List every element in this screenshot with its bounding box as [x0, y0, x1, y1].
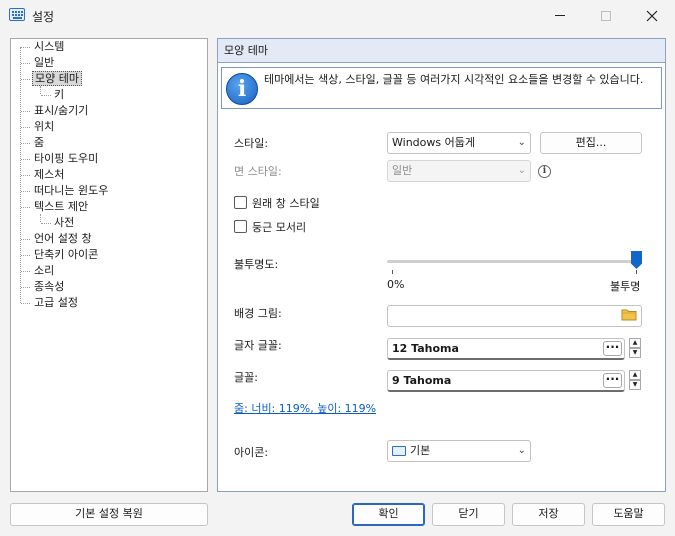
font-field[interactable]: 9 Tahoma [387, 370, 625, 392]
tree-item-show-hide[interactable]: 표시/숨기기 [32, 103, 90, 118]
keyboard-icon [392, 446, 406, 456]
opacity-min-label: 0% [387, 278, 405, 291]
key-font-browse-button[interactable]: ··· [603, 341, 622, 356]
ok-button[interactable]: 확인 [352, 503, 425, 526]
chevron-down-icon: ⌄ [517, 445, 526, 456]
tree-item-zoom[interactable]: 줌 [32, 135, 46, 150]
tree-item-text-suggestions[interactable]: 텍스트 제안 [32, 199, 90, 214]
tree-item-advanced[interactable]: 고급 설정 [32, 295, 80, 310]
chevron-down-icon: ⌄ [517, 165, 526, 176]
window-title: 설정 [32, 10, 55, 24]
settings-tree[interactable]: 시스템 일반 모양 테마 키 표시/숨기기 위치 줌 타이핑 도우미 제스처 떠… [10, 38, 208, 492]
icon-select[interactable]: 기본 ⌄ [387, 440, 531, 462]
tree-item-typing-assistant[interactable]: 타이핑 도우미 [32, 151, 100, 166]
tree-item-dictionary[interactable]: 사전 [52, 215, 76, 230]
spin-down-icon[interactable]: ▼ [629, 348, 641, 358]
minimize-icon [555, 15, 565, 16]
tree-item-floating-window[interactable]: 떠다니는 윈도우 [32, 183, 110, 198]
keyboard-icon [9, 8, 25, 21]
font-browse-button[interactable]: ··· [603, 373, 622, 388]
title-bar: 설정 [0, 0, 675, 31]
face-style-label: 면 스타일: [234, 165, 282, 178]
restore-defaults-button[interactable]: 기본 설정 복원 [10, 503, 208, 526]
info-box: i 테마에서는 색상, 스타일, 글꼴 등 여러가지 시각적인 요소들을 변경할… [221, 67, 662, 109]
opacity-max-label: 불투명 [610, 280, 641, 293]
tree-item-appearance-theme[interactable]: 모양 테마 [32, 71, 82, 86]
theme-panel: 모양 테마 i 테마에서는 색상, 스타일, 글꼴 등 여러가지 시각적인 요소… [217, 38, 666, 492]
close-icon [646, 10, 658, 21]
info-icon: i [226, 73, 258, 105]
spin-up-icon[interactable]: ▲ [629, 338, 641, 348]
opacity-label: 불투명도: [234, 258, 279, 271]
font-size-spinner[interactable]: ▲ ▼ [629, 370, 641, 390]
zoom-link[interactable]: 줌: 너비: 119%, 높이: 119% [234, 400, 376, 416]
tree-item-dependencies[interactable]: 종속성 [32, 279, 66, 294]
edit-style-button[interactable]: 편집... [540, 132, 642, 154]
rounded-corners-label: 둥근 모서리 [252, 221, 307, 234]
slider-tick [392, 270, 393, 274]
close-button[interactable] [629, 0, 675, 31]
help-button[interactable]: 도움말 [592, 503, 665, 526]
spin-up-icon[interactable]: ▲ [629, 370, 641, 380]
folder-icon[interactable] [621, 307, 641, 325]
panel-header: 모양 테마 [218, 39, 665, 63]
background-image-field[interactable] [387, 305, 642, 327]
style-value: Windows 어둡게 [392, 136, 475, 149]
tree-item-position[interactable]: 위치 [32, 119, 56, 134]
tree-item-shortcut-icon[interactable]: 단축키 아이콘 [32, 247, 100, 262]
opacity-slider-track[interactable] [387, 260, 642, 263]
minimize-button[interactable] [537, 0, 583, 31]
icon-label: 아이콘: [234, 446, 269, 459]
save-button[interactable]: 저장 [512, 503, 585, 526]
rounded-corners-checkbox[interactable] [234, 220, 247, 233]
opacity-slider-thumb[interactable] [631, 251, 642, 269]
maximize-button [583, 0, 629, 31]
background-image-label: 배경 그림: [234, 307, 282, 320]
key-font-field[interactable]: 12 Tahoma [387, 338, 625, 360]
original-window-style-label: 원래 창 스타일 [252, 197, 320, 210]
original-window-style-checkbox[interactable] [234, 196, 247, 209]
tree-item-keys[interactable]: 키 [52, 87, 66, 102]
style-label: 스타일: [234, 137, 269, 150]
icon-value: 기본 [410, 444, 431, 457]
tree-item-general[interactable]: 일반 [32, 55, 56, 70]
close-dialog-button[interactable]: 닫기 [432, 503, 505, 526]
style-select[interactable]: Windows 어둡게 ⌄ [387, 132, 531, 154]
key-font-label: 글자 글꼴: [234, 339, 282, 352]
key-font-size-spinner[interactable]: ▲ ▼ [629, 338, 641, 358]
tree-item-gestures[interactable]: 제스처 [32, 167, 66, 182]
font-label: 글꼴: [234, 371, 258, 384]
spin-down-icon[interactable]: ▼ [629, 380, 641, 390]
face-style-select: 일반 ⌄ [387, 160, 531, 182]
tree-item-system[interactable]: 시스템 [32, 39, 66, 54]
help-icon[interactable]: i [538, 165, 551, 178]
tree-item-sound[interactable]: 소리 [32, 263, 56, 278]
info-text: 테마에서는 색상, 스타일, 글꼴 등 여러가지 시각적인 요소들을 변경할 수… [264, 73, 644, 86]
chevron-down-icon: ⌄ [517, 137, 526, 148]
tree-item-language-window[interactable]: 언어 설정 창 [32, 231, 94, 246]
slider-tick [636, 270, 637, 274]
maximize-icon [601, 10, 611, 21]
face-style-value: 일반 [392, 164, 413, 177]
